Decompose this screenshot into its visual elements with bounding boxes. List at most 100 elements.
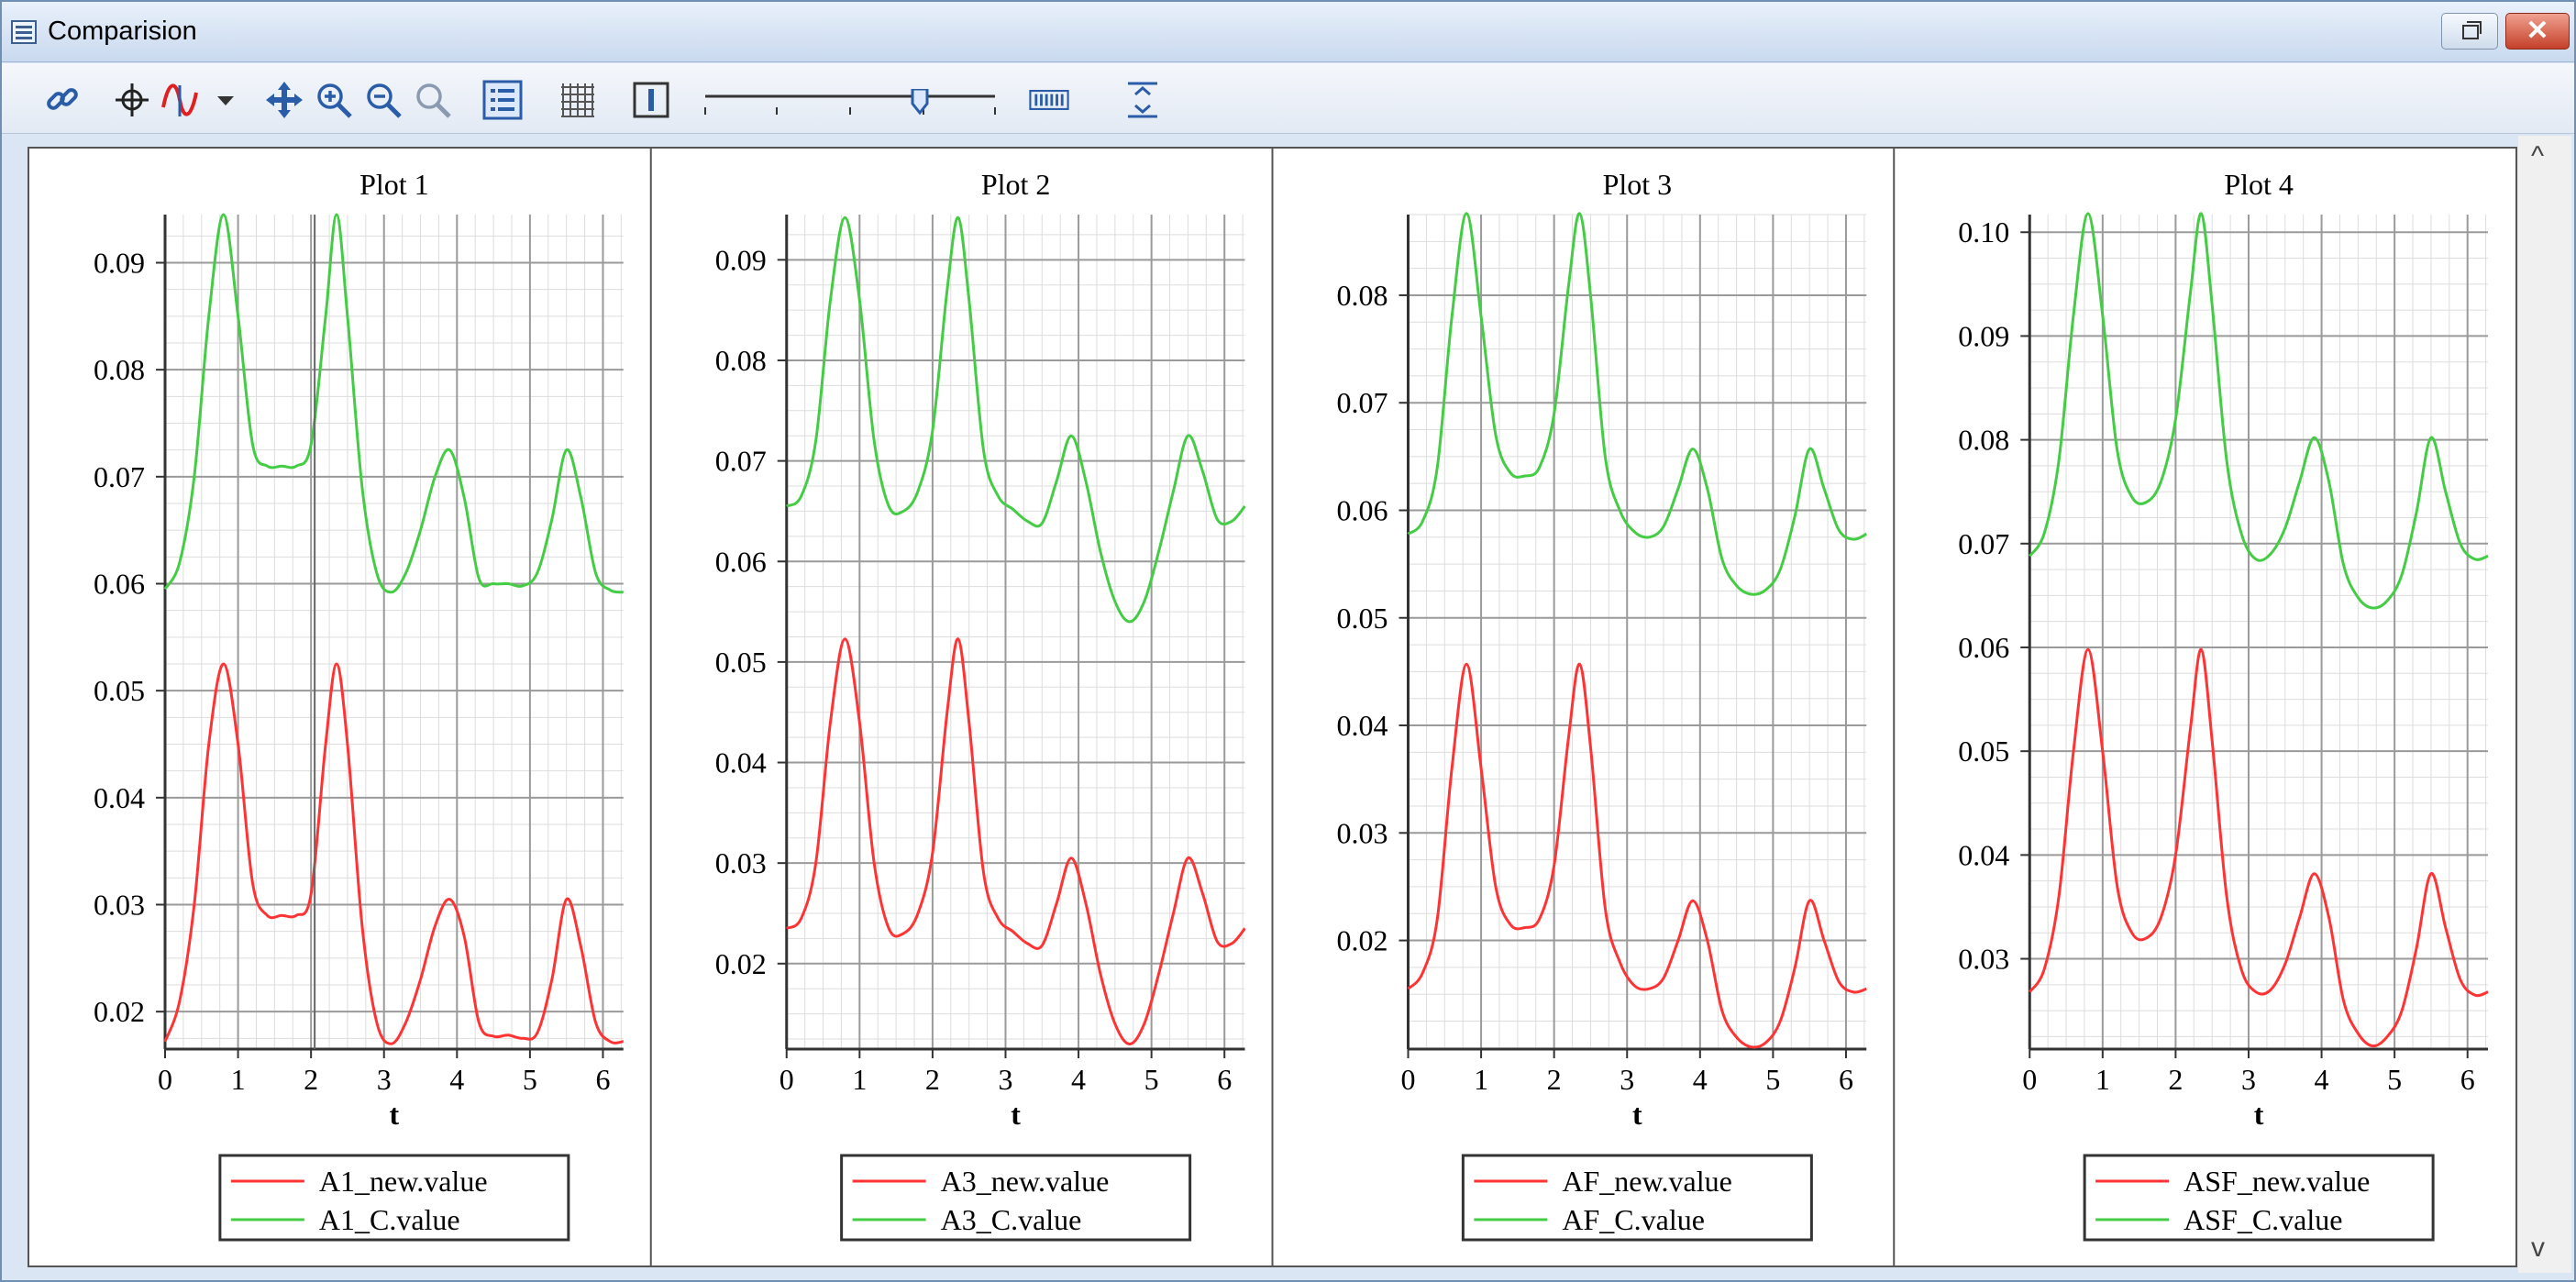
y-tick-label: 0.03	[1337, 816, 1388, 849]
y-tick-label: 0.09	[94, 247, 145, 280]
x-tick-label: 1	[1474, 1063, 1488, 1096]
x-tick-label: 5	[1144, 1063, 1159, 1096]
y-tick-label: 0.06	[94, 568, 145, 601]
legend: A1_new.value A1_C.value	[218, 1154, 570, 1242]
resolution-slider[interactable]	[703, 87, 997, 116]
zoom-out-icon[interactable]	[363, 80, 404, 120]
y-tick-label: 0.04	[1337, 709, 1388, 742]
scroll-up-icon[interactable]: ^	[2531, 141, 2544, 172]
plot-panel-1: 0 1 2 3 4 5 6 0.02 0.03 0.04 0.05 0.06 0.07 0.08 0.09 P…	[94, 168, 625, 1242]
x-tick-label: 2	[925, 1063, 940, 1096]
legend: A3_new.value A3_C.value	[840, 1154, 1192, 1242]
plot-panel-3: 0 1 2 3 4 5 6 0.02 0.03 0.04 0.05 0.06 0.07 0.08 Plot …	[1271, 149, 1867, 1265]
scroll-down-icon[interactable]: v	[2531, 1232, 2545, 1264]
y-tick-label: 0.08	[1337, 279, 1388, 312]
plot-window: Comparision ✕ 0 1 2 3 4 5 6 0.02 0.03 0.…	[0, 0, 2576, 1282]
column-icon[interactable]	[631, 80, 671, 120]
curve-icon[interactable]	[160, 80, 200, 120]
plot-area: 0 1 2 3 4 5 6 0.02 0.03 0.04 0.05 0.06 0.07 0.08 0.09 P…	[28, 147, 2517, 1267]
x-tick-label: 1	[2095, 1063, 2110, 1096]
legend-entry: AF_new.value	[1562, 1165, 1731, 1198]
x-tick-label: 6	[595, 1063, 610, 1096]
x-tick-label: 1	[231, 1063, 246, 1096]
x-axis-label: t	[390, 1098, 400, 1131]
y-tick-label: 0.07	[94, 460, 145, 493]
y-tick-label: 0.03	[1958, 943, 2009, 976]
y-tick-label: 0.02	[1337, 924, 1388, 957]
x-tick-label: 1	[852, 1063, 867, 1096]
y-tick-label: 0.06	[1958, 631, 2009, 664]
window-title: Comparision	[48, 17, 197, 46]
plot-panel-2: 0 1 2 3 4 5 6 0.02 0.03 0.04 0.05 0.06 0.07 0.08 0.09 P…	[649, 149, 1246, 1265]
y-tick-label: 0.07	[1958, 527, 2009, 560]
x-tick-label: 0	[779, 1063, 794, 1096]
x-axis-label: t	[1632, 1098, 1642, 1131]
y-tick-label: 0.10	[1958, 216, 2009, 249]
close-button[interactable]: ✕	[2505, 13, 2570, 50]
y-tick-label: 0.08	[715, 344, 767, 377]
zoom-in-icon[interactable]	[314, 80, 354, 120]
x-tick-label: 5	[1765, 1063, 1780, 1096]
x-tick-label: 2	[2168, 1063, 2183, 1096]
barcode-icon[interactable]	[1029, 80, 1086, 120]
y-tick-label: 0.05	[715, 646, 767, 679]
x-tick-label: 6	[1217, 1063, 1232, 1096]
legend: AF_new.value AF_C.value	[1461, 1154, 1813, 1242]
y-tick-label: 0.04	[715, 746, 767, 779]
series-line-red	[785, 637, 1246, 1046]
y-tick-label: 0.03	[94, 889, 145, 922]
x-tick-label: 6	[2460, 1063, 2475, 1096]
legend-toggle-icon[interactable]	[482, 80, 523, 120]
x-tick-label: 5	[2387, 1063, 2402, 1096]
x-tick-label: 2	[1547, 1063, 1562, 1096]
y-tick-label: 0.03	[715, 846, 767, 879]
plot-title: Plot 1	[359, 168, 429, 201]
x-tick-label: 3	[377, 1063, 392, 1096]
plot-title: Plot 3	[1603, 168, 1673, 201]
x-tick-label: 3	[998, 1063, 1012, 1096]
x-tick-label: 3	[1620, 1063, 1634, 1096]
plots-canvas: 0 1 2 3 4 5 6 0.02 0.03 0.04 0.05 0.06 0.07 0.08 0.09 P…	[94, 149, 2489, 1265]
y-tick-label: 0.07	[1337, 386, 1388, 419]
series-line-red	[1407, 662, 1867, 1049]
pan-icon[interactable]	[264, 80, 304, 120]
series-line-green	[163, 213, 625, 594]
y-tick-label: 0.04	[94, 781, 145, 814]
y-tick-label: 0.06	[715, 545, 767, 578]
grid-toggle-icon[interactable]	[558, 80, 598, 120]
legend-entry: AF_C.value	[1562, 1203, 1705, 1236]
y-tick-label: 0.02	[715, 947, 767, 980]
x-tick-label: 5	[523, 1063, 537, 1096]
y-tick-label: 0.05	[1958, 735, 2009, 768]
legend-entry: A1_C.value	[319, 1203, 460, 1236]
app-icon	[11, 20, 37, 44]
y-tick-label: 0.08	[1958, 424, 2009, 457]
link-icon[interactable]	[42, 80, 83, 120]
y-tick-label: 0.09	[715, 243, 767, 276]
x-tick-label: 4	[2315, 1063, 2329, 1096]
crosshair-icon[interactable]	[112, 80, 152, 120]
series-line-red	[163, 662, 624, 1045]
x-tick-label: 4	[1071, 1063, 1086, 1096]
series-line-red	[2029, 647, 2489, 1048]
y-tick-label: 0.02	[94, 995, 145, 1028]
series-line-green	[2029, 212, 2489, 610]
zoom-fit-icon[interactable]	[413, 80, 453, 120]
x-tick-label: 2	[304, 1063, 318, 1096]
y-tick-label: 0.08	[94, 353, 145, 386]
legend-entry: A3_C.value	[941, 1203, 1082, 1236]
x-tick-label: 0	[1401, 1063, 1416, 1096]
dropdown-arrow-icon[interactable]	[205, 80, 234, 120]
x-axis-label: t	[1011, 1098, 1021, 1131]
x-tick-label: 3	[2241, 1063, 2256, 1096]
title-bar[interactable]: Comparision ✕	[2, 2, 2574, 62]
fit-height-icon[interactable]	[1122, 80, 1163, 120]
x-tick-label: 4	[449, 1063, 464, 1096]
legend: ASF_new.value ASF_C.value	[2083, 1154, 2435, 1242]
restore-button[interactable]	[2441, 13, 2498, 50]
y-tick-label: 0.05	[1337, 602, 1388, 635]
legend-entry: A1_new.value	[319, 1165, 488, 1198]
vertical-scrollbar[interactable]: ^ v	[2518, 136, 2571, 1273]
y-tick-label: 0.07	[715, 445, 767, 478]
y-tick-label: 0.04	[1958, 838, 2009, 871]
